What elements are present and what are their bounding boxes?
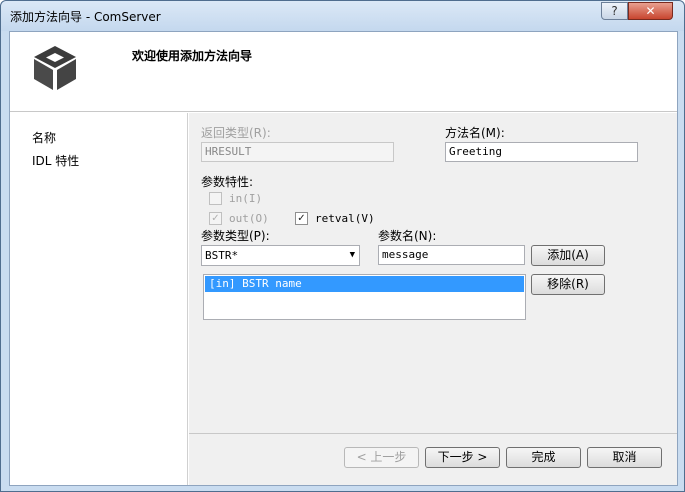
param-type-label: 参数类型(P): — [201, 229, 270, 243]
cancel-button[interactable]: 取消 — [587, 447, 662, 468]
wizard-window: 添加方法向导 - ComServer ? ✕ 欢迎使用添加方法向导 名称 IDL… — [0, 0, 685, 492]
method-name-label: 方法名(M): — [445, 126, 505, 140]
wizard-client-area: 欢迎使用添加方法向导 名称 IDL 特性 返回类型(R): HRESULT 方法… — [9, 31, 678, 486]
return-type-label: 返回类型(R): — [201, 126, 271, 140]
param-attributes-label: 参数特性: — [201, 175, 254, 189]
close-button[interactable]: ✕ — [628, 2, 673, 20]
window-title: 添加方法向导 - ComServer — [10, 10, 161, 24]
param-type-value: BSTR* — [205, 249, 239, 262]
page-title: 欢迎使用添加方法向导 — [132, 49, 253, 63]
next-button[interactable]: 下一步 > — [425, 447, 500, 468]
in-checkbox-label: in(I) — [229, 192, 263, 205]
out-checkbox-label: out(O) — [229, 212, 269, 225]
form-panel: 返回类型(R): HRESULT 方法名(M): Greeting 参数特性: … — [189, 113, 677, 433]
cube-icon — [34, 46, 76, 90]
title-bar: 添加方法向导 - ComServer ? ✕ — [1, 1, 684, 31]
param-list[interactable]: [in] BSTR name — [203, 274, 526, 320]
retval-checkbox-row[interactable]: ✓ retval(V) — [295, 212, 375, 225]
param-name-field[interactable]: message — [378, 245, 525, 265]
retval-checkbox[interactable]: ✓ — [295, 212, 308, 225]
param-type-dropdown[interactable]: BSTR* ▼ — [201, 245, 360, 266]
in-checkbox-row: in(I) — [209, 192, 262, 205]
sidebar-item-name[interactable]: 名称 — [32, 129, 56, 146]
wizard-sidebar: 名称 IDL 特性 — [10, 113, 188, 485]
in-checkbox — [209, 192, 222, 205]
remove-button[interactable]: 移除(R) — [531, 274, 605, 295]
param-name-label: 参数名(N): — [378, 229, 437, 243]
method-name-field[interactable]: Greeting — [445, 142, 638, 162]
sidebar-item-idl-attributes[interactable]: IDL 特性 — [32, 152, 79, 169]
out-checkbox-row: ✓ out(O) — [209, 212, 269, 225]
add-button[interactable]: 添加(A) — [531, 245, 605, 266]
out-checkbox: ✓ — [209, 212, 222, 225]
finish-button[interactable]: 完成 — [506, 447, 581, 468]
wizard-footer: < 上一步 下一步 > 完成 取消 — [189, 433, 677, 485]
chevron-down-icon: ▼ — [349, 250, 355, 260]
help-button[interactable]: ? — [601, 2, 628, 20]
list-item[interactable]: [in] BSTR name — [205, 276, 524, 292]
prev-button: < 上一步 — [344, 447, 419, 468]
return-type-field: HRESULT — [201, 142, 394, 162]
wizard-header: 欢迎使用添加方法向导 — [10, 32, 677, 112]
retval-checkbox-label: retval(V) — [315, 212, 375, 225]
